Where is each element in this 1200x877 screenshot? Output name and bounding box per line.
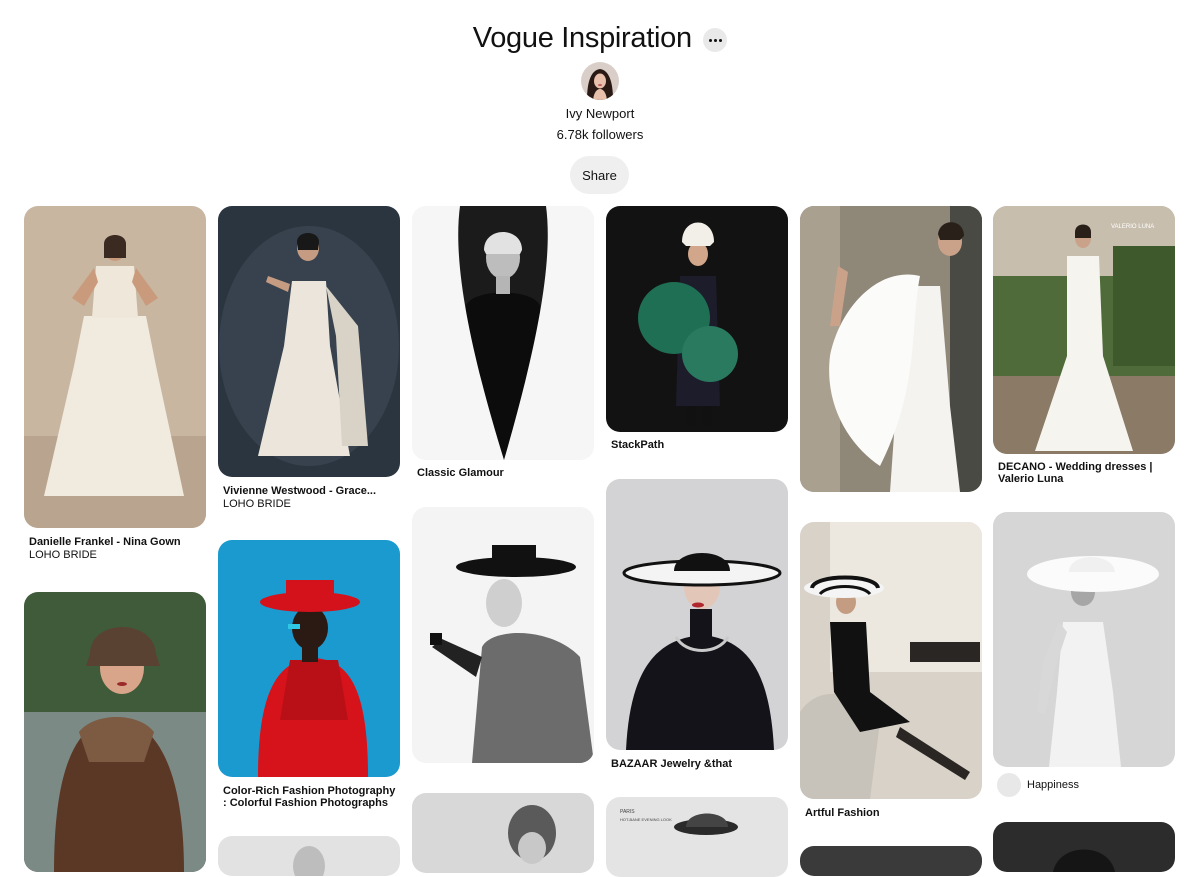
pin-title: DECANO - Wedding dresses |: [998, 461, 1153, 473]
credit-name: Happiness: [1027, 779, 1079, 791]
pin-card[interactable]: [800, 206, 982, 492]
pin-card[interactable]: [24, 592, 206, 872]
more-dots-icon[interactable]: [703, 27, 728, 52]
pin-image[interactable]: [993, 512, 1175, 767]
watermark-text: VALERIO LUNA: [1111, 224, 1154, 230]
pin-card[interactable]: PARIS HOT-BANE EVENING LOOK: [606, 797, 788, 877]
pin-title: BAZAAR Jewelry &that: [611, 758, 733, 770]
pin-card[interactable]: Vivienne Westwood - Grace... LOHO BRIDE: [218, 206, 400, 516]
pin-card[interactable]: Happiness: [993, 512, 1175, 797]
pin-card[interactable]: StackPath: [606, 206, 788, 456]
pin-card[interactable]: [800, 846, 982, 876]
share-button[interactable]: Share: [570, 156, 629, 194]
pin-image[interactable]: [606, 479, 788, 750]
pin-title: Color-Rich Fashion Photography: [223, 785, 396, 797]
pin-image[interactable]: [993, 822, 1175, 872]
pin-image[interactable]: [800, 206, 982, 492]
board-title: Vogue Inspiration: [472, 22, 692, 54]
pin-image[interactable]: [800, 522, 982, 799]
pin-image[interactable]: VALERIO LUNA: [993, 206, 1175, 454]
pin-source: LOHO BRIDE: [223, 498, 291, 510]
magazine-text: PARIS: [620, 809, 635, 815]
pin-card[interactable]: VALERIO LUNA DECANO - Wedding dresses | …: [993, 206, 1175, 494]
pin-image[interactable]: [24, 206, 206, 528]
pin-card[interactable]: BAZAAR Jewelry &that: [606, 479, 788, 771]
magazine-text: HOT-BANE EVENING LOOK: [620, 817, 672, 822]
board-header: Vogue Inspiration Ivy Newport 6.78k foll…: [0, 0, 1200, 200]
pin-image[interactable]: PARIS HOT-BANE EVENING LOOK: [606, 797, 788, 877]
pin-card[interactable]: Classic Glamour: [412, 206, 594, 488]
pin-title: Vivienne Westwood - Grace...: [223, 485, 377, 497]
pin-card[interactable]: Color-Rich Fashion Photography : Colorfu…: [218, 540, 400, 820]
pin-image[interactable]: [218, 206, 400, 477]
credit-avatar-icon: [997, 773, 1021, 797]
pin-image[interactable]: [800, 846, 982, 876]
pin-title: Danielle Frankel - Nina Gown: [29, 536, 181, 548]
pin-card[interactable]: [218, 836, 400, 876]
pin-card[interactable]: [412, 507, 594, 763]
pin-image[interactable]: [218, 836, 400, 876]
pin-card[interactable]: [412, 793, 594, 873]
pin-image[interactable]: [24, 592, 206, 872]
pin-image[interactable]: [412, 206, 594, 460]
avatar[interactable]: [581, 62, 619, 100]
pin-source: LOHO BRIDE: [29, 549, 97, 561]
owner-name[interactable]: Ivy Newport: [0, 106, 1200, 121]
pin-image[interactable]: [412, 507, 594, 763]
pin-image[interactable]: [606, 206, 788, 432]
follower-count[interactable]: 6.78k followers: [0, 127, 1200, 142]
pin-title: Classic Glamour: [417, 467, 504, 479]
pin-card[interactable]: [993, 822, 1175, 872]
pin-title-line2: Valerio Luna: [998, 473, 1064, 485]
pin-credit[interactable]: Happiness: [997, 773, 1079, 797]
title-row: Vogue Inspiration: [0, 22, 1200, 55]
pin-title-line2: : Colorful Fashion Photographs: [223, 797, 388, 809]
pin-card[interactable]: Danielle Frankel - Nina Gown LOHO BRIDE: [24, 206, 206, 566]
pin-title: StackPath: [611, 439, 665, 451]
pin-title: Artful Fashion: [805, 807, 880, 819]
pin-image[interactable]: [218, 540, 400, 777]
pin-card[interactable]: Artful Fashion: [800, 522, 982, 822]
pin-image[interactable]: [412, 793, 594, 873]
